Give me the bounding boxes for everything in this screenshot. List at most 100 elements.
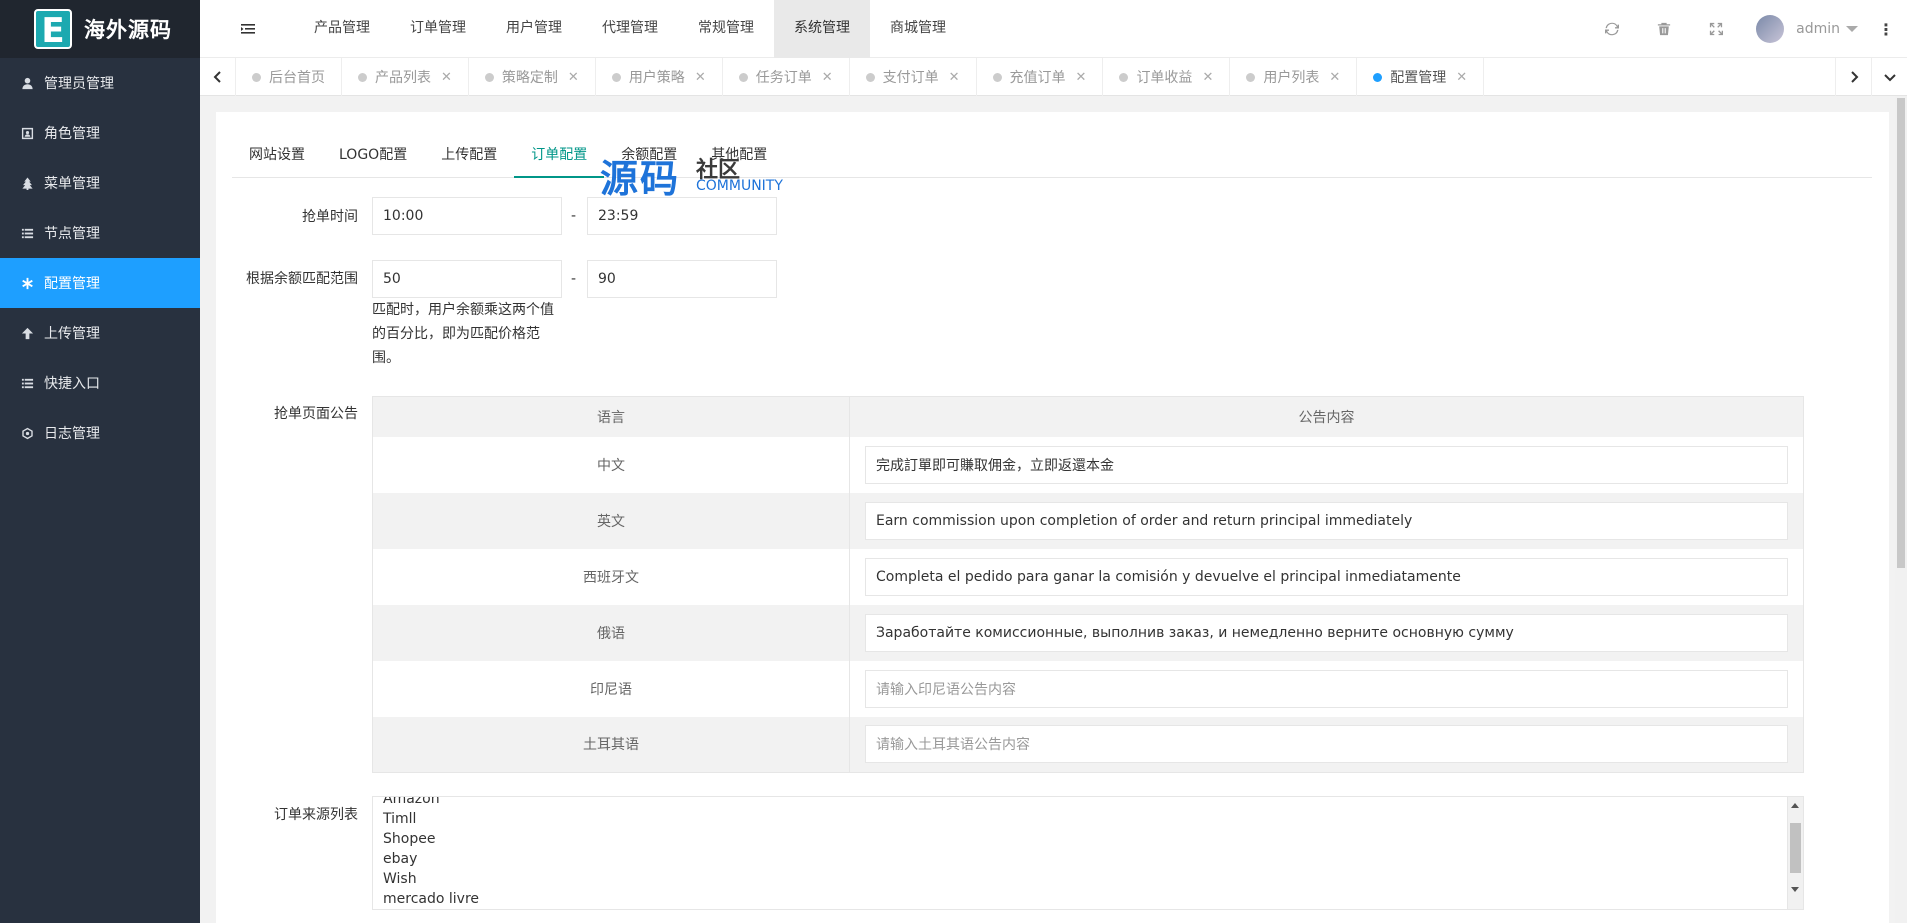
header-tools: admin ⋮ [1586, 0, 1907, 58]
config-tab[interactable]: 订单配置 [514, 136, 605, 178]
tree-icon [20, 176, 34, 190]
tab-status-dot [738, 72, 748, 82]
notice-cell: Earn commission upon completion of order… [849, 492, 1804, 549]
page-tab-label: 支付订单 [882, 70, 939, 86]
config-tab[interactable]: 上传配置 [424, 136, 514, 178]
notice-language: 英文 [372, 492, 850, 549]
page-tab[interactable]: 支付订单 ✕ [850, 58, 977, 96]
table-row: 土耳其语 请输入土耳其语公告内容 [372, 716, 1804, 773]
balance-range-label: 根据余额匹配范围 [246, 271, 358, 287]
top-nav-item[interactable]: 代理管理 [582, 0, 678, 58]
page-tab[interactable]: 用户列表 ✕ [1230, 58, 1358, 96]
notice-cell: 请输入土耳其语公告内容 [849, 716, 1804, 773]
close-icon[interactable]: ✕ [822, 70, 833, 85]
config-tab[interactable]: 余额配置 [604, 136, 694, 178]
sidebar: E 海外源码 管理员管理 角色管理 菜单管理节点管理配置管理上传管理快捷入口 日志管理 [0, 0, 200, 923]
sidebar-item[interactable]: 管理员管理 [0, 58, 200, 108]
scroll-down-icon[interactable] [1791, 887, 1799, 892]
close-icon[interactable]: ✕ [1202, 70, 1213, 85]
page-tab[interactable]: 任务订单 ✕ [723, 58, 850, 96]
page-tab[interactable]: 后台首页 [236, 58, 342, 96]
page-tab-label: 订单收益 [1136, 70, 1193, 86]
id-card-icon [20, 126, 34, 140]
source-list-textarea[interactable]: Amazon Timll Shopee ebay Wish mercado livre [372, 796, 1804, 910]
notice-cell: 请输入印尼语公告内容 [849, 660, 1804, 717]
fullscreen-icon[interactable] [1690, 0, 1742, 58]
top-nav-item[interactable]: 常规管理 [678, 0, 774, 58]
sidebar-item[interactable]: 节点管理 [0, 208, 200, 258]
close-icon[interactable]: ✕ [695, 70, 706, 85]
page-tab-label: 策略定制 [501, 70, 558, 86]
top-nav-item[interactable]: 系统管理 [774, 0, 870, 58]
notice-input[interactable]: Completa el pedido para ganar la comisió… [865, 557, 1788, 596]
config-tab[interactable]: 网站设置 [232, 136, 322, 178]
source-line: Wish [383, 871, 417, 887]
more-icon[interactable]: ⋮ [1878, 20, 1894, 39]
range-max-input[interactable]: 90 [587, 260, 777, 298]
page-tab[interactable]: 用户策略 ✕ [596, 58, 723, 96]
config-tab[interactable]: 其他配置 [694, 136, 784, 178]
notice-cell: 完成訂單即可賺取佣金，立即返還本金 [849, 436, 1804, 493]
tab-status-dot [358, 72, 367, 82]
app-logo[interactable]: E 海外源码 [0, 0, 200, 58]
notice-language: 印尼语 [372, 660, 850, 717]
sidebar-item[interactable]: 快捷入口 [0, 358, 200, 408]
close-icon[interactable]: ✕ [568, 70, 579, 85]
source-list-lines: Amazon Timll Shopee ebay Wish mercado livre [383, 797, 479, 909]
logo-icon: E [34, 9, 72, 51]
tabs-next-icon[interactable] [1835, 58, 1871, 96]
user-name[interactable]: admin [1796, 21, 1840, 37]
close-icon[interactable]: ✕ [1456, 70, 1467, 85]
notice-input[interactable]: 完成訂單即可賺取佣金，立即返還本金 [865, 445, 1788, 484]
page-tab[interactable]: 充值订单 ✕ [977, 58, 1104, 96]
top-nav-item[interactable]: 产品管理 [294, 0, 390, 58]
textarea-scrollbar[interactable] [1787, 797, 1803, 909]
notice-input[interactable]: Earn commission upon completion of order… [865, 501, 1788, 540]
sidebar-item[interactable]: 角色管理 [0, 108, 200, 158]
tab-status-dot [1246, 72, 1256, 82]
sidebar-item-label: 上传管理 [44, 326, 100, 342]
scroll-thumb[interactable] [1790, 823, 1801, 873]
page-tab-label: 配置管理 [1390, 70, 1447, 86]
page-tab[interactable]: 产品列表 ✕ [342, 58, 469, 96]
sidebar-item-label: 节点管理 [44, 226, 100, 242]
refresh-icon[interactable] [1586, 0, 1638, 58]
trash-icon[interactable] [1638, 0, 1690, 58]
notice-language: 土耳其语 [372, 716, 850, 773]
sidebar-item[interactable]: 日志管理 [0, 408, 200, 458]
tab-status-dot [1373, 72, 1383, 82]
page-tab[interactable]: 配置管理 ✕ [1357, 58, 1485, 96]
scroll-up-icon[interactable] [1791, 803, 1799, 808]
avatar[interactable] [1756, 15, 1785, 43]
page-scroll-thumb[interactable] [1897, 98, 1905, 568]
close-icon[interactable]: ✕ [949, 70, 960, 85]
grab-time-label: 抢单时间 [302, 209, 358, 225]
menu-fold-icon[interactable] [238, 19, 258, 39]
source-line: ebay [383, 851, 418, 867]
notice-input[interactable]: Заработайте комиссионные, выполнив заказ… [865, 613, 1788, 652]
sidebar-item[interactable]: 上传管理 [0, 308, 200, 358]
tabs-menu-icon[interactable] [1871, 58, 1907, 96]
page-tab[interactable]: 策略定制 ✕ [469, 58, 596, 96]
page-scrollbar[interactable] [1895, 96, 1907, 923]
chevron-down-icon[interactable] [1846, 26, 1858, 32]
sidebar-item[interactable]: 配置管理 [0, 258, 200, 308]
grab-time-end-input[interactable]: 23:59 [587, 197, 777, 235]
page-tab[interactable]: 订单收益 ✕ [1103, 58, 1231, 96]
notice-input[interactable]: 请输入土耳其语公告内容 [865, 725, 1788, 764]
sidebar-item[interactable]: 菜单管理 [0, 158, 200, 208]
config-tab[interactable]: LOGO配置 [322, 136, 424, 178]
grab-time-start-input[interactable]: 10:00 [372, 197, 562, 235]
source-line: Shopee [383, 831, 436, 847]
close-icon[interactable]: ✕ [1329, 70, 1340, 85]
close-icon[interactable]: ✕ [1076, 70, 1087, 85]
page-tab-label: 后台首页 [269, 70, 325, 86]
top-nav-item[interactable]: 订单管理 [390, 0, 486, 58]
top-nav-item[interactable]: 用户管理 [486, 0, 582, 58]
tabs-prev-icon[interactable] [200, 58, 236, 96]
notice-input[interactable]: 请输入印尼语公告内容 [865, 669, 1788, 708]
close-icon[interactable]: ✕ [441, 70, 452, 85]
tab-status-dot [252, 72, 261, 82]
top-nav-item[interactable]: 商城管理 [870, 0, 966, 58]
range-min-input[interactable]: 50 [372, 260, 562, 298]
